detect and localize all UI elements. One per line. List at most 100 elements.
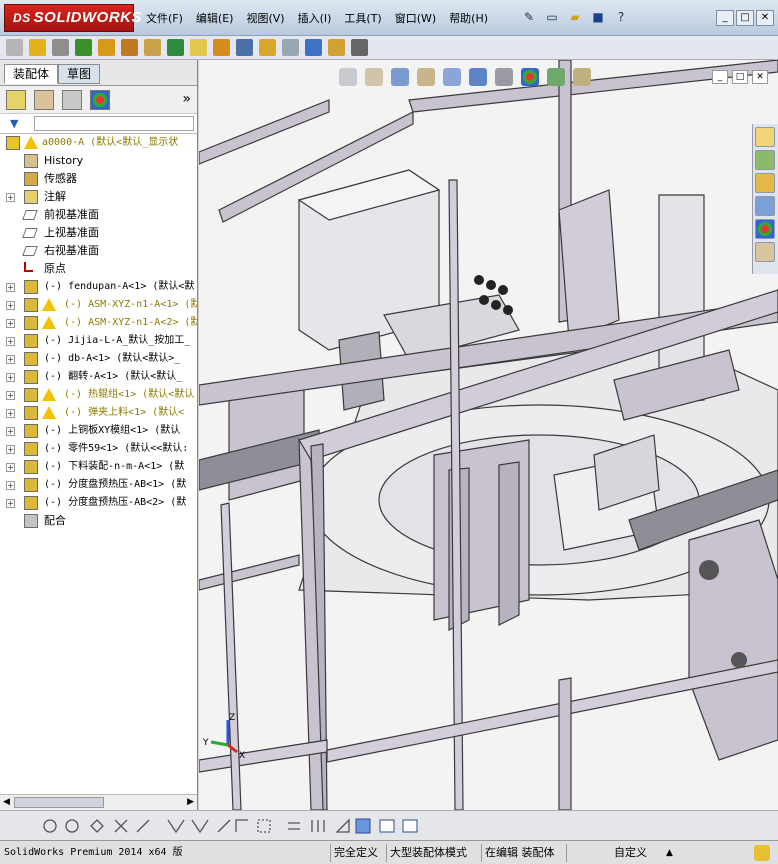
tree-node[interactable]: + (-) 弹夹上料<1> (默认< — [0, 404, 197, 422]
new-motion-study-icon[interactable] — [213, 39, 230, 56]
viewport-minimize-button[interactable]: _ — [712, 70, 728, 84]
edit-component-icon[interactable] — [6, 39, 23, 56]
open-folder-icon[interactable]: ▰ — [566, 8, 584, 26]
menu-file[interactable]: 文件(F) — [146, 10, 183, 26]
insert-components-icon[interactable] — [29, 39, 46, 56]
expand-node-icon[interactable]: + — [6, 391, 15, 400]
rebuild-status-icon[interactable] — [754, 845, 770, 861]
point-tool-icon[interactable] — [65, 819, 79, 833]
move-component-icon[interactable] — [121, 39, 138, 56]
construction-line-icon[interactable] — [217, 819, 231, 833]
tree-node[interactable]: 右视基准面 — [0, 242, 197, 260]
tree-node[interactable]: + (-) db-A<1> (默认<默认>_ — [0, 350, 197, 368]
view-front-icon[interactable] — [379, 819, 395, 833]
tree-node[interactable]: a0000-A (默认<默认_显示状 — [0, 134, 197, 152]
expand-node-icon[interactable]: + — [6, 283, 15, 292]
tree-node[interactable]: + (-) fendupan-A<1> (默认<默 — [0, 278, 197, 296]
configuration-manager-icon[interactable] — [62, 90, 82, 110]
apply-scene-icon[interactable] — [547, 68, 565, 86]
view-orientation-icon[interactable] — [443, 68, 461, 86]
minimize-button[interactable]: _ — [716, 10, 734, 26]
explode-line-sketch-icon[interactable] — [282, 39, 299, 56]
smart-fasteners-icon[interactable] — [98, 39, 115, 56]
tree-node[interactable]: + (-) 分度盘预热压-AB<1> (默 — [0, 476, 197, 494]
expand-node-icon[interactable]: + — [6, 319, 15, 328]
expand-node-icon[interactable]: + — [6, 463, 15, 472]
scrollbar-thumb[interactable] — [14, 797, 104, 808]
tree-node[interactable]: + (-) 零件59<1> (默认<<默认: — [0, 440, 197, 458]
file-explorer-icon[interactable] — [755, 173, 775, 193]
hole-alignment-icon[interactable] — [351, 39, 368, 56]
section-view-icon[interactable] — [417, 68, 435, 86]
display-style-icon[interactable] — [469, 68, 487, 86]
edit-appearance-icon[interactable] — [521, 68, 539, 86]
sketch-fillet-icon[interactable] — [167, 819, 185, 834]
solidworks-resources-icon[interactable] — [755, 127, 775, 147]
status-units-caret-icon[interactable]: ▲ — [666, 844, 673, 862]
graphics-area[interactable]: _ □ ✕ Z Y X — [199, 60, 778, 810]
tree-node[interactable]: 配合 — [0, 512, 197, 530]
menu-help[interactable]: 帮助(H) — [449, 10, 488, 26]
bill-of-materials-icon[interactable] — [236, 39, 253, 56]
tree-node[interactable]: 前视基准面 — [0, 206, 197, 224]
menu-view[interactable]: 视图(V) — [246, 10, 284, 26]
tree-node[interactable]: + (-) ASM-XYZ-n1-A<1> (默 — [0, 296, 197, 314]
line-tool-icon[interactable] — [136, 819, 150, 833]
expand-node-icon[interactable]: + — [6, 355, 15, 364]
expand-node-icon[interactable]: + — [6, 481, 15, 490]
viewport-close-button[interactable]: ✕ — [752, 70, 768, 84]
clearance-verification-icon[interactable] — [328, 39, 345, 56]
scroll-right-icon[interactable]: ▶ — [187, 797, 194, 807]
maximize-button[interactable]: □ — [736, 10, 754, 26]
tree-node[interactable]: 传感器 — [0, 170, 197, 188]
expand-node-icon[interactable]: + — [6, 373, 15, 382]
scroll-left-icon[interactable]: ◀ — [3, 797, 10, 807]
tree-horizontal-scrollbar[interactable]: ◀ ▶ — [0, 794, 197, 810]
tree-node[interactable]: + (-) 热辊组<1> (默认<默认 — [0, 386, 197, 404]
menu-window[interactable]: 窗口(W) — [395, 10, 436, 26]
tree-node[interactable]: + (-) 上铜板XY模组<1> (默认 — [0, 422, 197, 440]
grid-icon[interactable] — [311, 820, 325, 832]
view-palette-icon[interactable] — [755, 196, 775, 216]
view-split-icon[interactable] — [402, 819, 418, 833]
expand-node-icon[interactable]: + — [6, 301, 15, 310]
expand-node-icon[interactable]: + — [6, 337, 15, 346]
expand-node-icon[interactable]: + — [6, 445, 15, 454]
tree-node[interactable]: + (-) 下料装配-n-m-A<1> (默 — [0, 458, 197, 476]
filter-input[interactable] — [34, 116, 194, 131]
tree-node[interactable]: + 注解 — [0, 188, 197, 206]
assembly-features-icon[interactable] — [167, 39, 184, 56]
close-button[interactable]: ✕ — [756, 10, 774, 26]
solidworks-logo[interactable]: DS SOLIDWORKS — [4, 4, 142, 32]
zoom-to-fit-icon[interactable] — [339, 68, 357, 86]
menu-edit[interactable]: 编辑(E) — [196, 10, 234, 26]
center-rectangle-icon[interactable] — [257, 819, 271, 833]
smart-dimension-icon[interactable] — [288, 822, 300, 830]
hide-show-items-icon[interactable] — [495, 68, 513, 86]
linear-pattern-icon[interactable] — [75, 39, 92, 56]
filter-icon[interactable]: ▼ — [10, 117, 18, 130]
zoom-area-icon[interactable] — [365, 68, 383, 86]
previous-view-icon[interactable] — [391, 68, 409, 86]
display-manager-icon[interactable] — [90, 90, 110, 110]
circle-tool-icon[interactable] — [43, 819, 57, 833]
tree-node[interactable]: + (-) ASM-XYZ-n1-A<2> (默 — [0, 314, 197, 332]
polygon-tool-icon[interactable] — [90, 819, 104, 833]
view-3d-icon[interactable] — [355, 818, 371, 834]
tree-node[interactable]: 上视基准面 — [0, 224, 197, 242]
expand-node-icon[interactable]: + — [6, 409, 15, 418]
expand-node-icon[interactable]: + — [6, 499, 15, 508]
corner-rectangle-icon[interactable] — [235, 819, 248, 832]
view-settings-icon[interactable] — [573, 68, 591, 86]
tree-node[interactable]: + (-) Jijia-L-A_默认_按加工_ — [0, 332, 197, 350]
custom-properties-icon[interactable] — [755, 242, 775, 262]
feature-manager-icon[interactable] — [6, 90, 26, 110]
status-units[interactable]: 自定义 — [614, 844, 647, 862]
help-icon[interactable]: ? — [612, 8, 630, 26]
menu-insert[interactable]: 插入(I) — [298, 10, 332, 26]
reference-geometry-icon[interactable] — [190, 39, 207, 56]
tree-node[interactable]: + (-) 翻转-A<1> (默认<默认_ — [0, 368, 197, 386]
angle-icon[interactable] — [335, 818, 350, 833]
viewport-maximize-button[interactable]: □ — [732, 70, 748, 84]
exploded-view-icon[interactable] — [259, 39, 276, 56]
